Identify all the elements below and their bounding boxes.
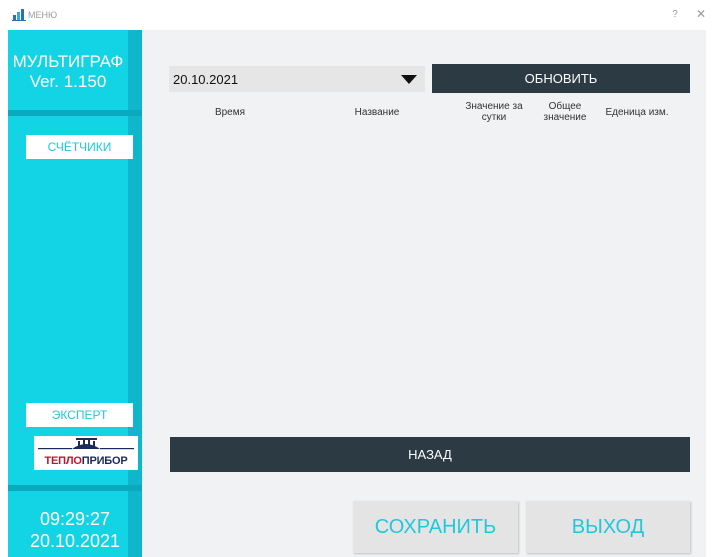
logo-emblem-icon bbox=[38, 438, 134, 450]
exit-button[interactable]: ВЫХОД bbox=[526, 501, 690, 553]
triangle-down-icon[interactable] bbox=[401, 75, 417, 84]
clock-time: 09:29:27 bbox=[39, 509, 111, 529]
close-button[interactable]: ✕ bbox=[695, 7, 707, 21]
window-title: МЕНЮ bbox=[28, 10, 58, 20]
column-header-total-value: Общее значение bbox=[543, 101, 587, 123]
company-logo: ТЕПЛОПРИБОР bbox=[34, 436, 138, 470]
sidebar-divider-bottom bbox=[8, 485, 142, 491]
data-table-body bbox=[169, 130, 690, 430]
expert-button[interactable]: ЭКСПЕРТ bbox=[26, 403, 133, 427]
app-name: МУЛЬТИГРАФ bbox=[12, 52, 124, 71]
title-bar: МЕНЮ ? ✕ bbox=[0, 0, 713, 30]
clock: 09:29:27 20.10.2021 bbox=[8, 508, 142, 552]
column-header-name: Название bbox=[354, 107, 400, 118]
date-dropdown[interactable]: 20.10.2021 bbox=[169, 66, 425, 92]
refresh-button[interactable]: ОБНОВИТЬ bbox=[432, 64, 690, 93]
column-header-unit: Еденица изм. bbox=[605, 107, 669, 118]
counters-button[interactable]: СЧЁТЧИКИ bbox=[26, 135, 133, 159]
back-button[interactable]: НАЗАД bbox=[170, 437, 690, 472]
bar-chart-icon bbox=[12, 9, 26, 21]
main-panel: 20.10.2021 ОБНОВИТЬ Время Название Значе… bbox=[142, 30, 706, 557]
column-header-daily-value: Значение за сутки bbox=[465, 101, 523, 123]
date-dropdown-value: 20.10.2021 bbox=[173, 72, 239, 87]
sidebar-divider-top bbox=[8, 110, 142, 116]
sidebar: МУЛЬТИГРАФ Ver. 1.150 СЧЁТЧИКИ ЭКСПЕРТ Т… bbox=[8, 30, 142, 557]
app-brand: МУЛЬТИГРАФ Ver. 1.150 bbox=[8, 52, 128, 92]
save-button[interactable]: СОХРАНИТЬ bbox=[353, 501, 518, 553]
app-version: Ver. 1.150 bbox=[29, 72, 107, 91]
clock-date: 20.10.2021 bbox=[29, 531, 121, 551]
help-button[interactable]: ? bbox=[669, 9, 681, 20]
column-header-time: Время bbox=[214, 107, 246, 118]
logo-wordmark: ТЕПЛОПРИБОР bbox=[44, 455, 128, 467]
